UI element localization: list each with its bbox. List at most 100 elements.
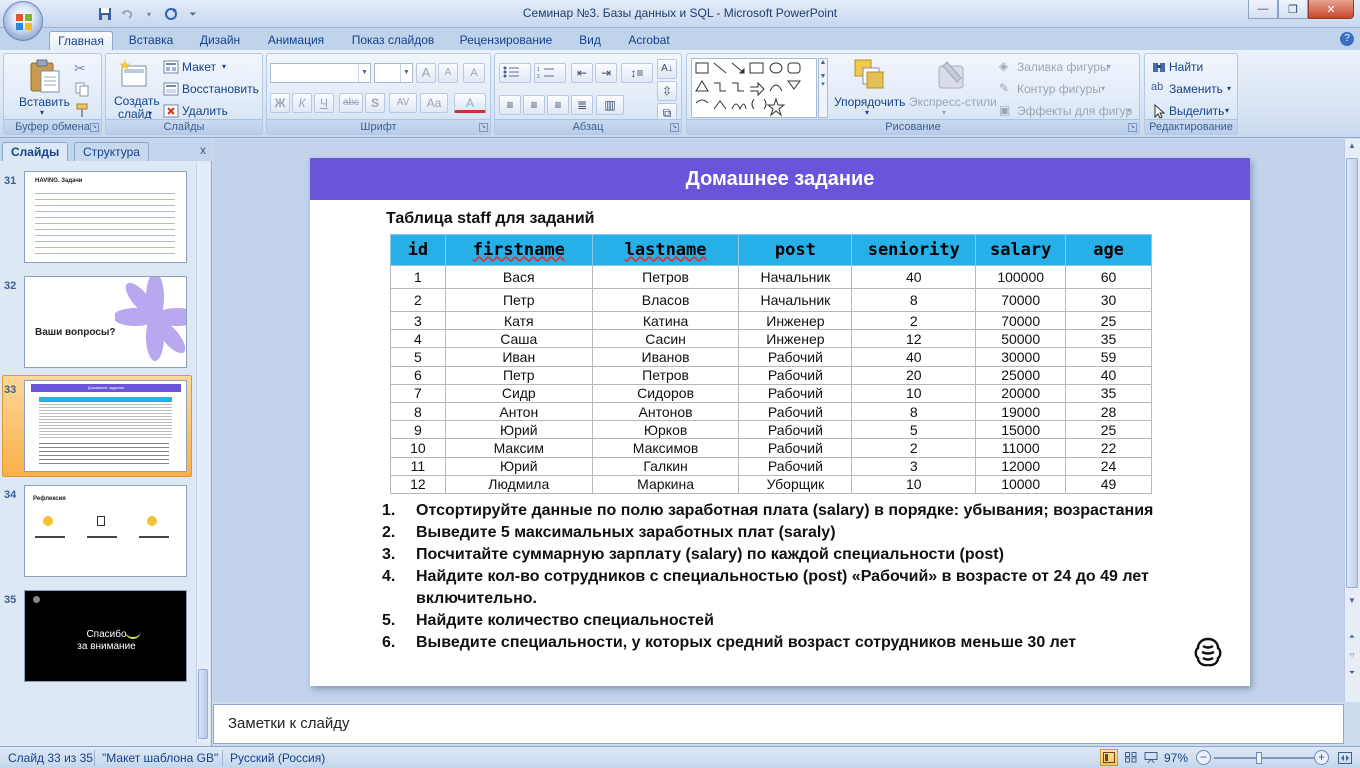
- shape-outline-dropdown-icon[interactable]: ▾: [1101, 84, 1105, 93]
- new-slide-button[interactable]: Создать: [114, 94, 160, 108]
- close-button[interactable]: ✕: [1308, 0, 1354, 19]
- font-size-combo[interactable]: ▼: [374, 63, 413, 83]
- align-right-icon[interactable]: ≡: [547, 95, 569, 115]
- template-name[interactable]: "Макет шаблона GB": [102, 751, 218, 765]
- align-left-icon[interactable]: ≡: [499, 95, 521, 115]
- shape-fill-button[interactable]: Заливка фигуры: [1017, 60, 1109, 74]
- copy-icon[interactable]: [74, 81, 90, 97]
- slide-thumbnail-33[interactable]: Домашнее задание: [24, 380, 187, 472]
- zoom-slider-knob[interactable]: [1256, 752, 1262, 764]
- slide-canvas[interactable]: Домашнее задание Таблица staff для задан…: [310, 158, 1250, 686]
- normal-view-icon[interactable]: [1100, 749, 1118, 766]
- shape-effects-button[interactable]: Эффекты для фигур: [1017, 104, 1132, 118]
- slide-thumbnail-31[interactable]: HAVING. Задачи: [24, 171, 187, 263]
- tab-home[interactable]: Главная: [49, 31, 113, 50]
- zoom-out-button[interactable]: −: [1196, 750, 1211, 765]
- replace-button[interactable]: Заменить: [1169, 82, 1223, 96]
- font-launcher-icon[interactable]: ↘: [479, 123, 488, 132]
- paste-button[interactable]: Вставить: [19, 95, 70, 109]
- font-color-button[interactable]: A: [454, 93, 486, 113]
- arrange-dropdown-icon[interactable]: ▾: [865, 108, 869, 117]
- replace-dropdown-icon[interactable]: ▾: [1227, 84, 1231, 93]
- shape-outline-button[interactable]: Контур фигуры: [1017, 82, 1101, 96]
- tab-review[interactable]: Рецензирование: [452, 31, 560, 50]
- shape-effects-dropdown-icon[interactable]: ▾: [1127, 106, 1131, 115]
- layout-dropdown-icon[interactable]: ▾: [222, 62, 226, 71]
- new-slide-dropdown-icon[interactable]: ▾: [148, 109, 152, 118]
- staff-table[interactable]: id firstname lastname post seniority sal…: [390, 234, 1152, 494]
- grow-font-button[interactable]: A: [416, 63, 436, 83]
- italic-button[interactable]: К: [292, 93, 312, 113]
- next-slide-icon[interactable]: ⏷: [1346, 668, 1358, 682]
- format-painter-icon[interactable]: [74, 102, 90, 118]
- tab-design[interactable]: Дизайн: [190, 31, 250, 50]
- align-text-icon[interactable]: ⇳: [657, 81, 677, 101]
- underline-button[interactable]: Ч: [314, 93, 334, 113]
- bold-button[interactable]: Ж: [270, 93, 290, 113]
- task-list[interactable]: 1. Отсортируйте данные по полю заработная…: [382, 500, 1172, 654]
- office-button[interactable]: [3, 1, 43, 41]
- notes-pane[interactable]: Заметки к слайду: [213, 704, 1344, 744]
- reset-icon[interactable]: [163, 81, 179, 97]
- shape-effects-icon[interactable]: ▣: [999, 103, 1015, 119]
- zoom-level[interactable]: 97%: [1164, 751, 1188, 765]
- replace-icon[interactable]: ab: [1151, 81, 1167, 97]
- delete-slide-button[interactable]: Удалить: [182, 104, 228, 118]
- slide-title[interactable]: Домашнее задание: [310, 158, 1250, 200]
- drawing-launcher-icon[interactable]: ↘: [1128, 123, 1137, 132]
- help-icon[interactable]: ?: [1340, 32, 1354, 46]
- slide-sorter-view-icon[interactable]: [1122, 749, 1140, 766]
- strikethrough-button[interactable]: abc: [339, 93, 363, 113]
- quick-styles-dropdown-icon[interactable]: ▾: [942, 108, 946, 117]
- clipboard-launcher-icon[interactable]: ↘: [90, 123, 99, 132]
- bullets-icon[interactable]: [499, 63, 531, 83]
- slideshow-view-icon[interactable]: [1142, 749, 1160, 766]
- cut-icon[interactable]: ✂: [74, 60, 90, 76]
- arrange-button[interactable]: Упорядочить: [834, 95, 905, 109]
- slide-thumbnail-32[interactable]: Ваши вопросы?: [24, 276, 187, 368]
- minimize-button[interactable]: —: [1248, 0, 1278, 19]
- tab-animation[interactable]: Анимация: [258, 31, 334, 50]
- paste-dropdown-icon[interactable]: ▾: [40, 108, 44, 117]
- close-pane-icon[interactable]: x: [200, 143, 206, 157]
- shape-outline-icon[interactable]: ✎: [999, 81, 1015, 97]
- tab-insert[interactable]: Вставка: [120, 31, 182, 50]
- font-family-dropdown-icon[interactable]: ▼: [358, 64, 370, 82]
- layout-button[interactable]: Макет: [182, 60, 216, 74]
- slide-thumbnail-34[interactable]: Рефлексия: [24, 485, 187, 577]
- text-shadow-button[interactable]: S: [365, 93, 385, 113]
- shrink-font-button[interactable]: A: [438, 63, 458, 83]
- shapes-gallery[interactable]: [691, 58, 817, 118]
- layout-icon[interactable]: [163, 59, 179, 75]
- find-icon[interactable]: [1151, 59, 1167, 75]
- shape-fill-icon[interactable]: ◈: [999, 59, 1015, 75]
- decrease-indent-icon[interactable]: ⇤: [571, 63, 593, 83]
- table-caption[interactable]: Таблица staff для заданий: [386, 210, 595, 228]
- select-object-icon[interactable]: ○: [1346, 650, 1358, 664]
- select-button[interactable]: Выделить: [1169, 104, 1224, 118]
- shapes-gallery-scroll[interactable]: ▲ ▼ ▾: [818, 58, 828, 118]
- text-direction-icon[interactable]: A↓: [657, 59, 677, 79]
- increase-indent-icon[interactable]: ⇥: [595, 63, 617, 83]
- select-dropdown-icon[interactable]: ▾: [1225, 106, 1229, 115]
- slide-thumbnail-35[interactable]: Спасибо за внимание: [24, 590, 187, 682]
- line-spacing-icon[interactable]: ↕≡: [621, 63, 653, 83]
- tab-slideshow[interactable]: Показ слайдов: [344, 31, 442, 50]
- numbering-icon[interactable]: 12: [534, 63, 566, 83]
- zoom-in-button[interactable]: +: [1314, 750, 1329, 765]
- tab-slides[interactable]: Слайды: [2, 142, 69, 161]
- paragraph-launcher-icon[interactable]: ↘: [670, 123, 679, 132]
- notes-placeholder[interactable]: Заметки к слайду: [228, 715, 350, 732]
- previous-slide-icon[interactable]: ⏶: [1346, 632, 1358, 646]
- justify-icon[interactable]: ≣: [571, 95, 593, 115]
- fit-to-window-icon[interactable]: [1336, 749, 1354, 766]
- reset-button[interactable]: Восстановить: [182, 82, 259, 96]
- font-family-combo[interactable]: ▼: [270, 63, 371, 83]
- align-center-icon[interactable]: ≡: [523, 95, 545, 115]
- clear-format-button[interactable]: A: [463, 63, 485, 83]
- tab-acrobat[interactable]: Acrobat: [618, 31, 680, 50]
- select-icon[interactable]: [1151, 103, 1167, 119]
- quick-styles-button[interactable]: Экспресс-стили: [909, 95, 997, 109]
- columns-icon[interactable]: ▥: [596, 95, 624, 115]
- change-case-button[interactable]: Aa: [420, 93, 448, 113]
